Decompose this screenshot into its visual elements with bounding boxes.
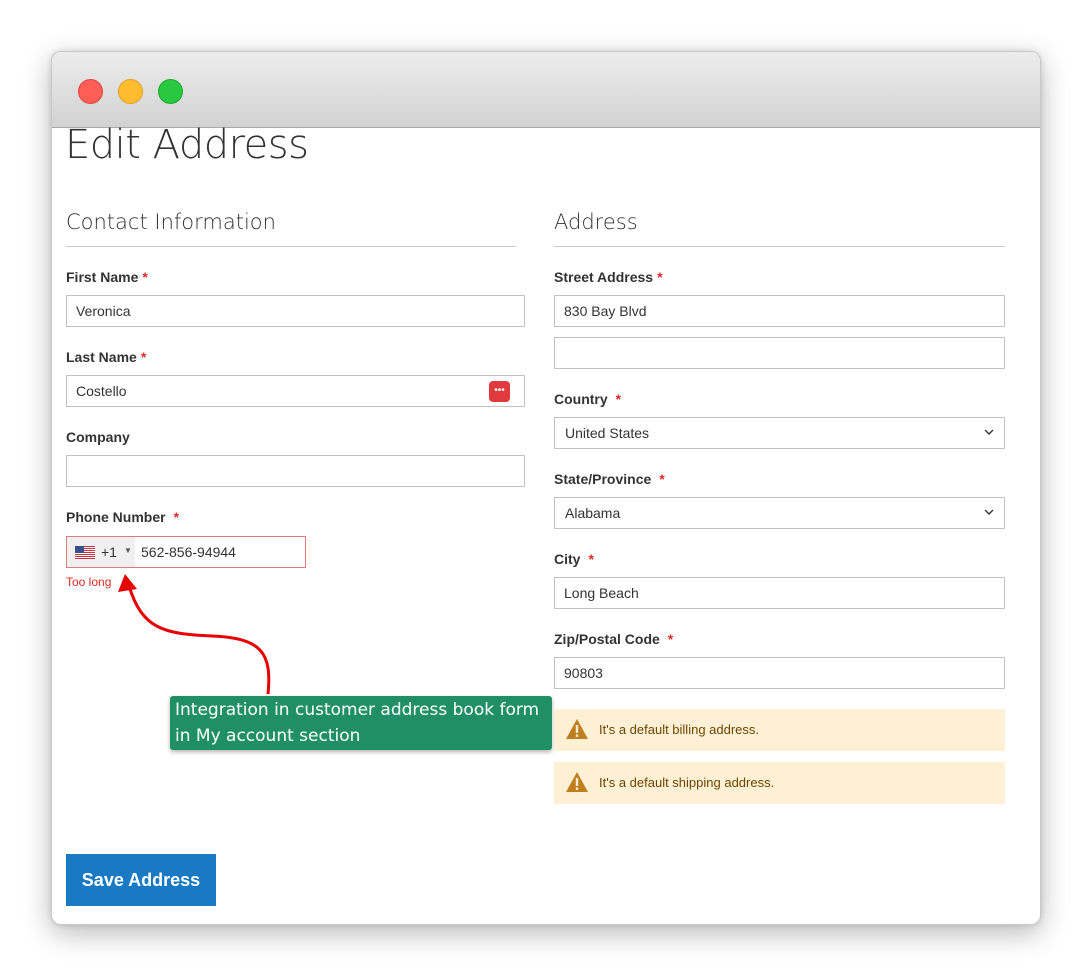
- address-section-divider: [554, 246, 1005, 247]
- minimize-window-button[interactable]: [118, 79, 143, 104]
- warning-icon: [566, 772, 588, 792]
- first-name-label: First Name *: [66, 269, 148, 285]
- company-label: Company: [66, 429, 130, 445]
- chevron-down-icon: [984, 429, 994, 435]
- browser-window: Edit Address Contact Information First N…: [51, 51, 1041, 925]
- annotation-arrow: [118, 574, 271, 695]
- shipping-notice: It's a default shipping address.: [554, 762, 1005, 804]
- last-name-input[interactable]: Costello •••: [66, 375, 525, 407]
- zip-label: Zip/Postal Code *: [554, 631, 674, 647]
- shipping-notice-text: It's a default shipping address.: [599, 775, 775, 790]
- country-select[interactable]: United States: [554, 417, 1005, 449]
- zip-input[interactable]: 90803: [554, 657, 1005, 689]
- address-section-title: Address: [554, 210, 638, 234]
- street-address-line1-input[interactable]: 830 Bay Blvd: [554, 295, 1005, 327]
- billing-notice: It's a default billing address.: [554, 709, 1005, 751]
- dial-code: +1: [101, 544, 117, 560]
- first-name-value: Veronica: [76, 303, 131, 319]
- page-content: Edit Address Contact Information First N…: [52, 122, 1040, 924]
- company-input[interactable]: [66, 455, 525, 487]
- last-name-label: Last Name *: [66, 349, 147, 365]
- us-flag-icon: [75, 546, 95, 559]
- close-window-button[interactable]: [78, 79, 103, 104]
- page-title: Edit Address: [65, 122, 309, 168]
- callout-line-1: Integration in customer address book for…: [175, 700, 540, 720]
- country-label: Country *: [554, 391, 622, 407]
- save-address-button[interactable]: Save Address: [66, 854, 216, 906]
- state-label: State/Province *: [554, 471, 665, 487]
- state-value: Alabama: [565, 505, 621, 521]
- chevron-down-icon: [984, 509, 994, 515]
- contact-section-title: Contact Information: [66, 210, 276, 234]
- phone-label: Phone Number *: [66, 509, 180, 525]
- city-input[interactable]: Long Beach: [554, 577, 1005, 609]
- password-manager-icon[interactable]: •••: [489, 381, 510, 402]
- phone-error-message: Too long: [66, 575, 112, 589]
- caret-down-icon: ▼: [124, 546, 132, 555]
- phone-input[interactable]: +1 ▼ 562-856-94944: [66, 536, 306, 568]
- state-select[interactable]: Alabama: [554, 497, 1005, 529]
- annotation-callout: Integration in customer address book for…: [170, 696, 552, 750]
- callout-line-2: in My account section: [175, 726, 361, 746]
- street-address-label: Street Address *: [554, 269, 663, 285]
- warning-icon: [566, 719, 588, 739]
- last-name-value: Costello: [76, 383, 127, 399]
- country-value: United States: [565, 425, 650, 441]
- contact-section-divider: [66, 246, 516, 247]
- window-titlebar: [52, 52, 1040, 128]
- first-name-input[interactable]: Veronica: [66, 295, 525, 327]
- phone-value: 562-856-94944: [141, 544, 236, 560]
- maximize-window-button[interactable]: [158, 79, 183, 104]
- city-label: City *: [554, 551, 594, 567]
- street-address-line2-input[interactable]: [554, 337, 1005, 369]
- billing-notice-text: It's a default billing address.: [599, 722, 760, 737]
- country-code-selector[interactable]: +1 ▼: [67, 537, 135, 567]
